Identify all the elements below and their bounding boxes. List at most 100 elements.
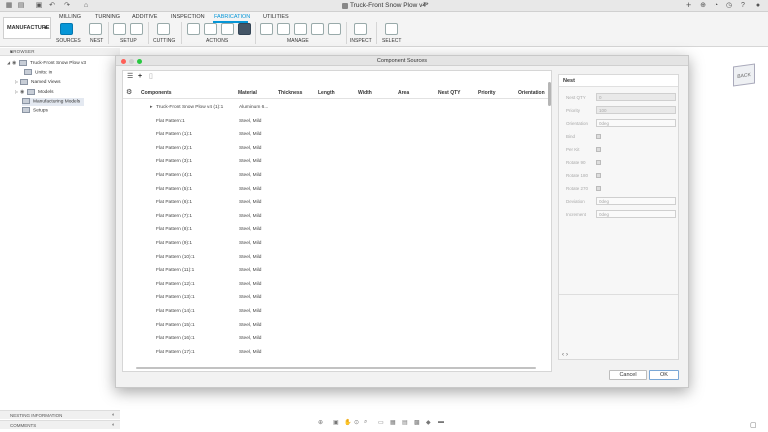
group-manage[interactable]: MANAGE [287,38,309,44]
table-row[interactable]: Flat Pattern (3):1 Steel, Mild [123,155,551,169]
per-kit-checkbox[interactable] [596,147,601,152]
environment-icon[interactable]: ▩ [414,419,420,426]
deviation-field[interactable]: 0deg [596,197,676,205]
column-header[interactable]: Components [141,90,172,96]
table-row[interactable]: Flat Pattern:1 Steel, Mild [123,115,551,129]
column-header[interactable]: Length [318,90,335,96]
table-row[interactable]: Flat Pattern (17):1 Steel, Mild [123,346,551,360]
display-settings-icon[interactable]: ▭ [378,419,384,426]
rotate-90-checkbox[interactable] [596,160,601,165]
redo-icon[interactable]: ↷ [63,2,71,10]
avatar[interactable]: ● [754,2,762,10]
post-library-icon[interactable] [311,23,324,35]
tool-library-icon[interactable] [260,23,273,35]
setup-sheet-icon[interactable] [130,23,143,35]
browser-item-root[interactable]: ◢ ◉ Truck-Front Snow Plow v3 [7,59,86,67]
horizontal-scrollbar[interactable] [136,367,536,369]
select-icon[interactable] [385,23,398,35]
table-row[interactable]: Flat Pattern (10):1 Steel, Mild [123,251,551,265]
table-row[interactable]: Flat Pattern (4):1 Steel, Mild [123,169,551,183]
ok-button[interactable]: OK [649,370,679,380]
browser-item-named-views[interactable]: ▷ Named Views [15,78,61,86]
pan-icon[interactable]: ✋ [344,419,351,426]
panel-options-icon[interactable]: ◐ [112,412,115,418]
dialog-title-bar[interactable]: Component Sources [116,56,688,66]
file-icon[interactable]: ▤ [17,2,25,10]
table-row[interactable]: Flat Pattern (9):1 Steel, Mild [123,237,551,251]
cancel-button[interactable]: Cancel [609,370,647,380]
column-header[interactable]: Thickness [278,90,302,96]
table-row[interactable]: Flat Pattern (15):1 Steel, Mild [123,319,551,333]
table-row[interactable]: Flat Pattern (11):1 Steel, Mild [123,264,551,278]
template-library-icon[interactable] [277,23,290,35]
chevron-right-icon[interactable]: ▸ [150,104,153,110]
browser-item-units[interactable]: Units: in [24,69,52,77]
app-grid-icon[interactable]: ▦ [5,2,13,10]
table-row[interactable]: Flat Pattern (7):1 Steel, Mild [123,210,551,224]
maximize-button[interactable] [137,59,142,64]
orbit-icon[interactable]: ⊕ [318,419,323,426]
setup-icon[interactable] [113,23,126,35]
close-tab-icon[interactable]: × [423,1,427,8]
table-row[interactable]: Flat Pattern (8):1 Steel, Mild [123,223,551,237]
measure-icon[interactable] [354,23,367,35]
job-status-icon[interactable]: ◔ [712,2,720,10]
priority-field[interactable]: 100 [596,106,676,114]
browser-item-setups[interactable]: Setups [22,107,48,115]
bind-checkbox[interactable] [596,134,601,139]
view-cube-face[interactable]: BACK [733,63,755,87]
panel-options-icon[interactable]: ◐ [112,422,115,428]
sources-icon[interactable] [60,23,73,35]
panel-options-icon[interactable]: ◐ [10,49,13,54]
group-setup[interactable]: SETUP [120,38,137,44]
table-row[interactable]: Flat Pattern (16):1 Steel, Mild [123,332,551,346]
post-process-icon[interactable] [204,23,217,35]
table-row[interactable]: Flat Pattern (2):1 Steel, Mild [123,142,551,156]
table-row[interactable]: ▸ Truck-Front Snow Plow v4 (1):1 Aluminum … [123,101,551,115]
undo-icon[interactable]: ↶ [48,2,56,10]
camera-icon[interactable]: ▬ [438,419,444,425]
list-icon[interactable]: ☰ [127,73,133,81]
help-icon[interactable]: ? [739,2,747,10]
nest-qty-field[interactable]: 0 [596,93,676,101]
generate-icon[interactable] [238,23,251,35]
nest-icon[interactable] [89,23,102,35]
cutting-icon[interactable] [157,23,170,35]
table-row[interactable]: Flat Pattern (13):1 Steel, Mild [123,291,551,305]
column-header[interactable]: Width [358,90,372,96]
tab-turning[interactable]: TURNING [95,14,120,20]
tab-milling[interactable]: MILLING [59,14,81,20]
machine-library-icon[interactable] [294,23,307,35]
save-icon[interactable]: ▣ [35,2,43,10]
add-icon[interactable]: + [138,73,142,81]
extensions-icon[interactable]: ⊕ [699,2,707,10]
column-header[interactable]: Nest QTY [438,90,461,96]
tab-additive[interactable]: ADDITIVE [132,14,157,20]
group-actions[interactable]: ACTIONS [206,38,228,44]
home-icon[interactable]: ⌂ [82,2,90,10]
comments-panel[interactable]: COMMENTS ◐ [0,420,120,429]
zoom-icon[interactable]: ⊙ [354,419,359,426]
visibility-icon[interactable]: ◉ [20,88,26,96]
table-row[interactable]: Flat Pattern (6):1 Steel, Mild [123,196,551,210]
delete-icon[interactable]: ▯ [149,73,153,81]
grid-settings-icon[interactable]: ▦ [390,419,396,426]
tab-utilities[interactable]: UTILITIES [263,14,289,20]
vertical-scrollbar[interactable] [548,82,551,106]
tab-fabrication[interactable]: FABRICATION [214,14,250,20]
tab-inspection[interactable]: INSPECTION [171,14,205,20]
notifications-icon[interactable]: ◷ [725,2,733,10]
column-header[interactable]: Orientation [518,90,545,96]
workspace-switcher[interactable]: MANUFACTURE ▾ [3,17,51,39]
expand-collapse-icon[interactable]: ‹› [562,352,570,358]
close-button[interactable] [121,59,126,64]
setup-sheet-action-icon[interactable] [221,23,234,35]
browser-header[interactable]: ◂ BROWSER ◐ [0,48,120,56]
browser-item-manufacturing-models[interactable]: Manufacturing Models [22,98,85,106]
column-header[interactable]: Material [238,90,257,96]
view-cube[interactable]: BACK [730,61,756,87]
simulate-icon[interactable] [187,23,200,35]
fit-icon[interactable]: ⌕ [364,419,367,426]
minimize-button[interactable] [129,59,134,64]
table-row[interactable]: Flat Pattern (1):1 Steel, Mild [123,128,551,142]
